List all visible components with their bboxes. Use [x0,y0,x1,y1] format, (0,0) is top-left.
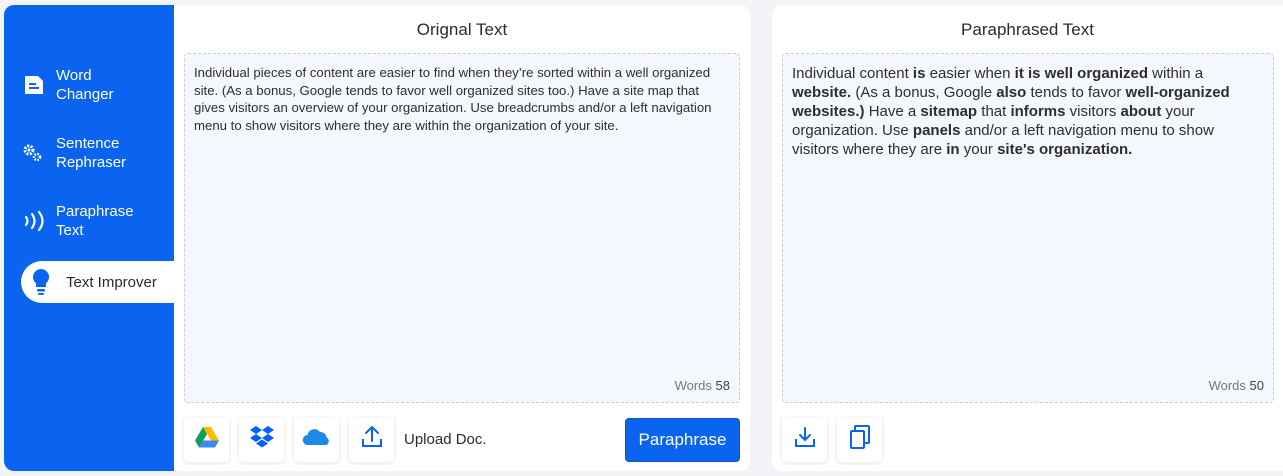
paraphrase-button[interactable]: Paraphrase [625,418,740,462]
changed-phrase: sitemap [920,103,978,120]
text-segment: tends to favor [1026,84,1126,101]
onedrive-button[interactable] [294,417,339,462]
changed-phrase: is [912,65,926,82]
upload-doc-label[interactable]: Upload Doc. [404,431,487,448]
text-segment: Have a [864,103,921,120]
word-count-label: Words [1208,378,1246,393]
changed-phrase: website. [792,84,852,101]
original-panel-title: Orignal Text [416,20,508,39]
output-card: Paraphrased Text Individual content is e… [772,5,1283,471]
original-text-area[interactable]: Individual pieces of content are easier … [184,53,740,403]
original-text: Individual pieces of content are easier … [194,65,712,133]
changed-phrase: in [946,141,960,158]
paraphrased-text: Individual content is easier when it is … [792,64,1259,159]
sidebar: Word Changer Sentence Rephraser Paraphrase… [4,5,174,471]
sidebar-item-sentence-rephraser[interactable]: Sentence Rephraser [22,133,174,173]
text-segment: easier when [925,65,1015,82]
dropbox-icon [249,425,275,454]
upload-icon [360,425,384,454]
upload-button[interactable] [349,417,394,462]
sidebar-item-label: Text Improver [66,273,157,291]
sidebar-item-label: Word [56,67,92,84]
word-count-value: 50 [1249,378,1264,393]
text-segment: that [977,103,1011,120]
sidebar-item-label: Paraphrase [56,203,134,220]
text-segment: within a [1148,65,1204,82]
changed-phrase: panels [912,122,961,139]
sound-waves-icon [22,210,56,232]
input-card: Word Changer Sentence Rephraser Paraphrase… [4,5,750,471]
download-icon [793,425,817,454]
document-icon [22,73,56,97]
sidebar-item-paraphrase-text[interactable]: Paraphrase Text [22,201,174,241]
text-segment: your [959,141,998,158]
sidebar-item-label: Changer [56,86,114,103]
google-drive-button[interactable] [184,417,229,462]
paraphrased-text-area[interactable]: Individual content is easier when it is … [782,53,1274,403]
sidebar-item-label: Sentence [56,135,120,152]
download-button[interactable] [782,417,827,462]
changed-phrase: informs [1010,103,1066,120]
text-segment: Individual content [792,65,913,82]
dropbox-button[interactable] [239,417,284,462]
sidebar-item-label: Rephraser [56,154,127,171]
onedrive-icon [302,427,332,452]
lightbulb-icon [31,268,66,296]
sidebar-item-label: Text [56,222,84,239]
original-word-count: Words 58 [675,378,730,393]
paraphrased-panel-title: Paraphrased Text [961,20,1094,39]
paraphrased-word-count: Words 50 [1209,378,1264,393]
changed-phrase: about [1120,103,1162,120]
sidebar-item-text-improver[interactable]: Text Improver [21,261,174,303]
text-segment: visitors [1065,103,1121,120]
gears-icon [22,142,56,164]
changed-phrase: it is well organized [1014,65,1149,82]
text-segment: (As a bonus, Google [851,84,997,101]
copy-button[interactable] [837,417,882,462]
word-count-label: Words [674,378,712,393]
copy-icon [849,425,871,454]
word-count-value: 58 [715,378,730,393]
google-drive-icon [194,426,220,454]
changed-phrase: also [996,84,1027,101]
sidebar-item-word-changer[interactable]: Word Changer [22,65,174,105]
changed-phrase: site's organization. [997,141,1133,158]
